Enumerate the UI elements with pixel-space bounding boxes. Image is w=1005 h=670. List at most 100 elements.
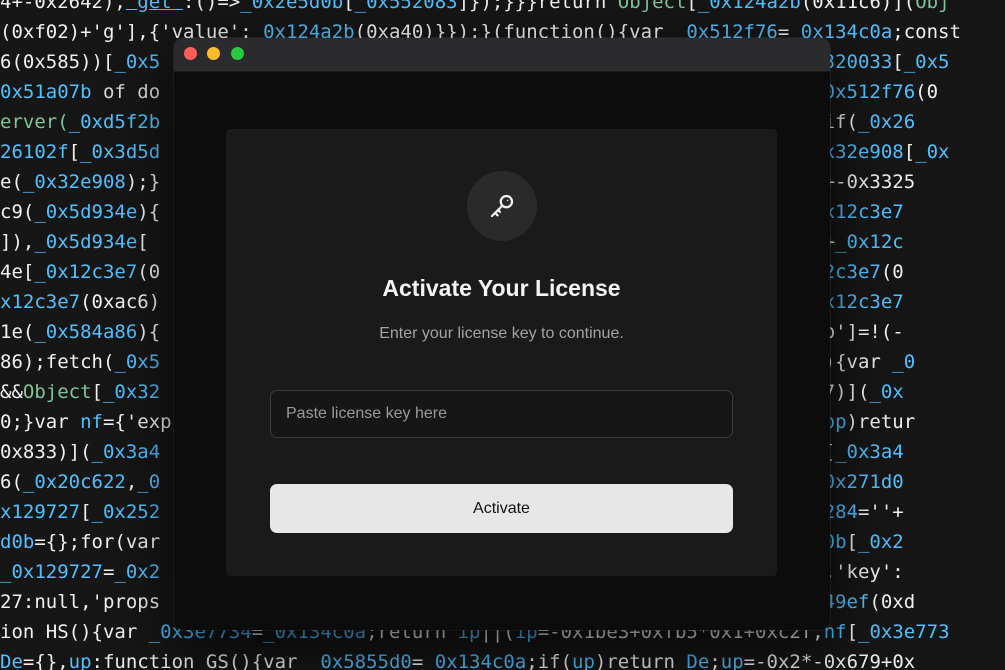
code-token: (0 (880, 261, 904, 283)
code-token: 26102f (0, 141, 69, 163)
code-token: _0x552083 (354, 0, 458, 13)
code-token: Obj (915, 0, 950, 13)
code-token: :()=> (183, 0, 241, 13)
code-token: );} (125, 171, 161, 193)
code-token: = (411, 651, 424, 670)
code-token: _0x5d934e (34, 201, 138, 223)
code-token: _0x134c0a (423, 651, 527, 670)
code-token: 0x51a07b (0, 81, 92, 103)
code-token: 0;}var (0, 411, 81, 433)
code-token: _0 (137, 471, 161, 493)
key-icon (490, 194, 514, 218)
code-token: _0x5d934e (34, 231, 138, 253)
code-token: ;if( (526, 651, 573, 670)
code-token: _0x3a4 (835, 441, 904, 463)
code-token: ){ (137, 201, 161, 223)
code-token: _0x5 (903, 51, 950, 73)
code-token: =-0x2*-0x679+0x (743, 651, 916, 670)
code-token: [ (892, 51, 904, 73)
code-token: _0x252 (91, 501, 161, 523)
code-token: = (102, 561, 115, 583)
code-token: e( (0, 171, 23, 193)
code-token: De (686, 651, 710, 670)
code-token: [ (80, 501, 92, 523)
code-token: [ (137, 231, 149, 253)
code-token: _0x5 (114, 51, 161, 73)
code-token: ={};for(var (34, 531, 161, 553)
code-token: )return (594, 651, 687, 670)
license-subtitle: Enter your license key to continue. (379, 325, 624, 342)
code-token: (0 (137, 261, 161, 283)
code-token: =''+ (857, 501, 904, 523)
code-token: ={}, (22, 651, 69, 670)
code-token: 6( (0, 471, 23, 493)
code-token: _0x2e5d0b (240, 0, 344, 13)
code-token: _0x3a4 (91, 441, 161, 463)
license-title: Activate Your License (382, 275, 621, 301)
minimize-window-button[interactable] (207, 47, 220, 60)
code-line: De={},up:function GS(){var _0x5855d0=_0x… (0, 647, 1005, 670)
code-token: ]});}}}return (457, 0, 618, 13)
code-token: ){var (823, 351, 893, 373)
code-token: _0x124a2b (697, 0, 801, 13)
code-token: 'get' (125, 0, 184, 13)
code-token: ion HS(){var (0, 621, 149, 643)
window-titlebar[interactable] (174, 38, 830, 72)
code-token: _0x26 (857, 111, 916, 133)
maximize-window-button[interactable] (231, 47, 244, 60)
license-activation-card: Activate Your License Enter your license… (226, 129, 777, 576)
code-token: up (68, 651, 92, 670)
code-token: _0 (892, 351, 916, 373)
code-token: _0x12c (835, 231, 904, 253)
code-token: of do (91, 81, 161, 103)
code-token: _0x (869, 381, 904, 403)
code-token: d0b (0, 531, 35, 553)
key-icon-badge (467, 171, 537, 241)
close-window-button[interactable] (184, 47, 197, 60)
code-token: (0x11c6)]( (800, 0, 916, 13)
code-token: _0x5855d0 (308, 651, 412, 670)
code-token: (0 (915, 81, 939, 103)
code-token: erver( (0, 111, 69, 133)
code-token: _0x3e773 (858, 621, 950, 643)
code-line: 4+-0x2642),'get':()=>_0x2e5d0b[_0x552083… (0, 0, 1005, 17)
code-token: (0xd (869, 591, 916, 613)
code-token: x12c3e7 (0, 291, 81, 313)
code-token: ={'exp (102, 411, 172, 433)
app-window: Activate Your License Enter your license… (174, 38, 830, 630)
code-token: ]), (0, 231, 35, 253)
code-token: _0x (915, 141, 950, 163)
code-token: [ (68, 141, 81, 163)
code-token: up (572, 651, 595, 670)
code-token: _0x2 (857, 531, 904, 553)
code-token: _0x12c3e7 (34, 261, 138, 283)
code-token: ;const (892, 21, 961, 43)
code-token: [ (846, 621, 859, 643)
code-token: ,'key': (823, 561, 904, 583)
code-token: [ (686, 0, 698, 13)
code-token: _0x3d5d (80, 141, 161, 163)
code-token: _0x2 (114, 561, 161, 583)
code-token: ){ (137, 321, 161, 343)
code-token: [ (91, 381, 103, 403)
activate-button[interactable]: Activate (270, 484, 733, 533)
code-token: 0x833)]( (0, 441, 92, 463)
code-token: 86);fetch( (0, 351, 115, 373)
code-token: 27:null,'props (0, 591, 161, 613)
code-token: :function GS(){var (91, 651, 309, 670)
code-token: _0x32 (102, 381, 161, 403)
code-token: Object (617, 0, 687, 13)
code-token: c9( (0, 201, 35, 223)
code-token: _0x20c622 (22, 471, 126, 493)
code-token: 4+-0x2642), (0, 0, 126, 13)
code-token: && (0, 381, 23, 403)
code-token: up (720, 651, 744, 670)
code-token: (0xac6) (80, 291, 161, 313)
code-token: ; (709, 651, 721, 670)
code-token: , (125, 471, 138, 493)
license-key-input[interactable] (270, 390, 733, 438)
code-token: [ (343, 0, 355, 13)
code-token: nf (80, 411, 103, 433)
code-token: [ (903, 141, 916, 163)
code-token: )retur (846, 411, 916, 433)
